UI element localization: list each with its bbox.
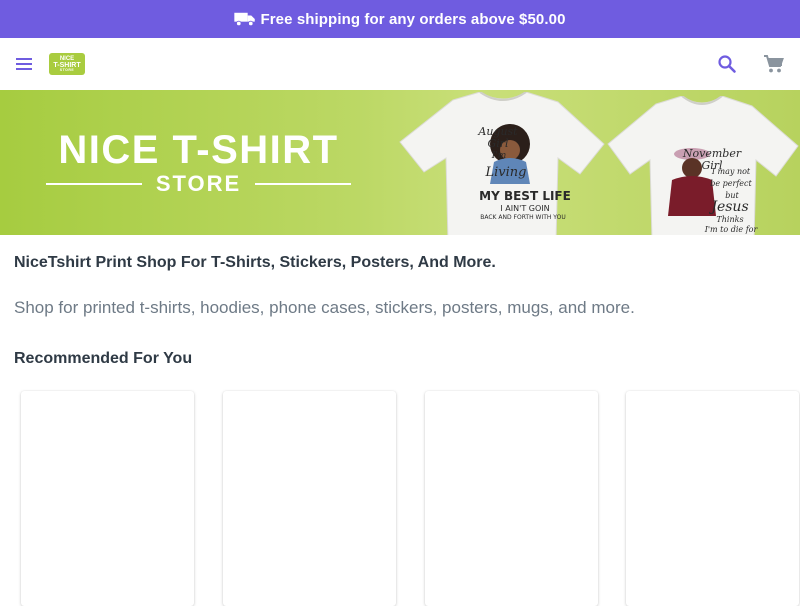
truck-icon (234, 12, 256, 27)
cart-icon[interactable] (763, 53, 785, 75)
divider (46, 183, 142, 185)
hero-title: NICE T-SHIRT (58, 128, 339, 172)
promo-banner: Free shipping for any orders above $50.0… (0, 0, 800, 38)
search-icon[interactable] (716, 53, 738, 75)
recommended-heading: Recommended For You (14, 350, 193, 367)
intro-heading: NiceTshirt Print Shop For T-Shirts, Stic… (14, 254, 496, 271)
hero-banner[interactable]: NICE T-SHIRT STORE August Girl I'm Livin… (0, 90, 800, 235)
product-card[interactable] (223, 391, 396, 606)
product-card[interactable] (21, 391, 194, 606)
hero-subtitle: STORE (46, 171, 352, 196)
store-logo[interactable]: NICE T-SHIRT STORE (49, 53, 85, 75)
tshirt-image-august-girl: August Girl I'm Living MY BEST LIFE I AI… (398, 91, 608, 235)
product-card[interactable] (425, 391, 598, 606)
site-header: NICE T-SHIRT STORE (0, 38, 800, 90)
tshirt-image-november-girl: November Girl I may not be perfect but J… (606, 95, 800, 235)
promo-text: Free shipping for any orders above $50.0… (260, 10, 566, 28)
product-card[interactable] (626, 391, 799, 606)
hamburger-menu-icon[interactable] (14, 54, 36, 74)
intro-description: Shop for printed t-shirts, hoodies, phon… (14, 298, 635, 317)
divider (255, 183, 352, 185)
